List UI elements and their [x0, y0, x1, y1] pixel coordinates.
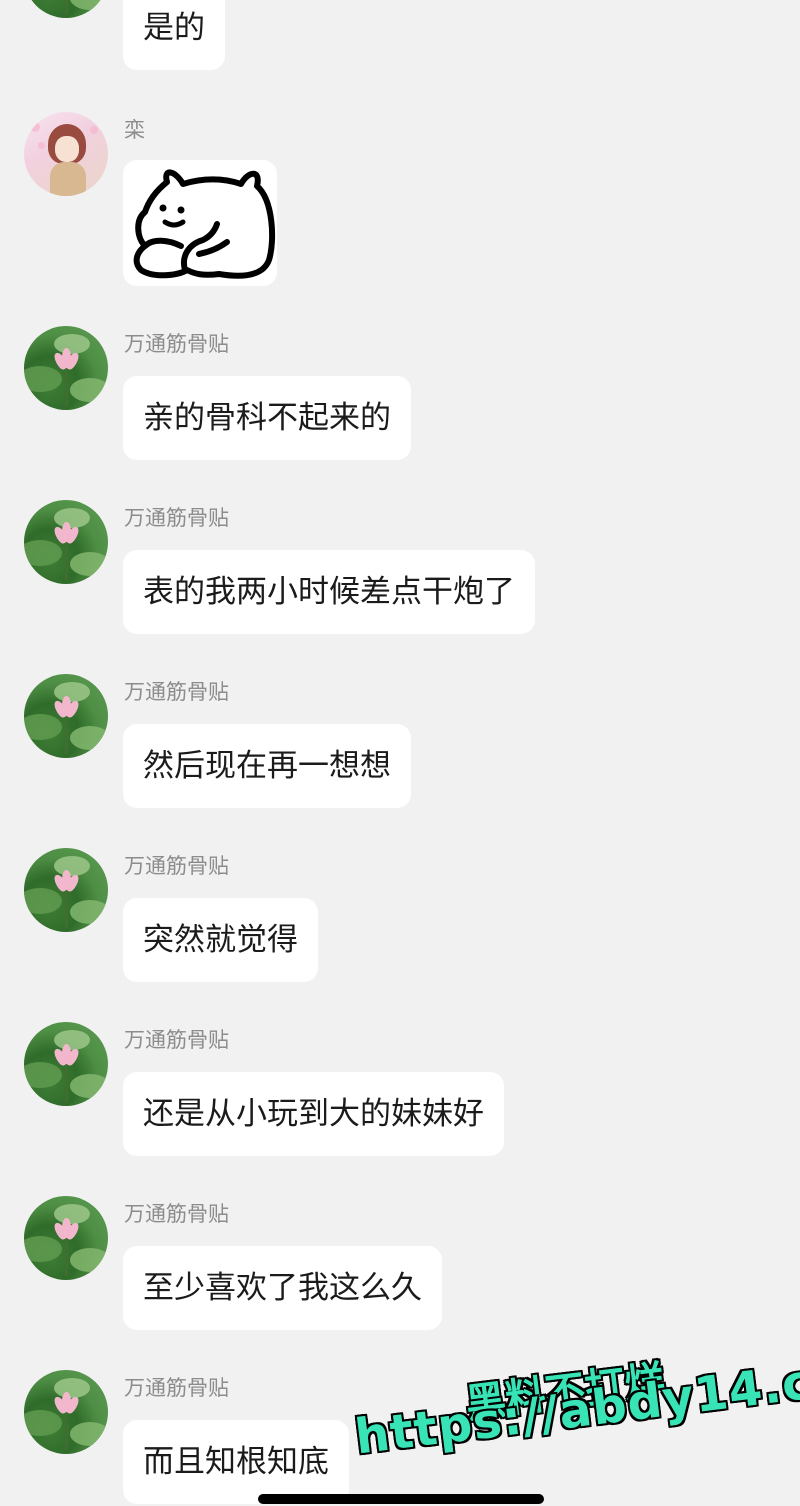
home-indicator[interactable] [258, 1494, 544, 1504]
lotus-avatar[interactable] [24, 848, 108, 932]
cat-doodle-sticker[interactable] [123, 160, 277, 286]
sender-name: 万通筋骨贴 [124, 332, 229, 356]
sender-name: 万通筋骨贴 [124, 1376, 229, 1400]
sender-name: 万通筋骨贴 [124, 854, 229, 878]
lotus-avatar[interactable] [24, 0, 108, 18]
message-bubble[interactable]: 突然就觉得 [123, 898, 318, 982]
sender-name: 栾 [124, 118, 145, 142]
message-bubble[interactable]: 然后现在再一想想 [123, 724, 411, 808]
chat-message-list[interactable]: 是的 栾 万通筋骨贴 亲的骨科不起来的 万通筋骨贴 表的我两小时候差点干炮了 万… [0, 0, 800, 1506]
lotus-avatar[interactable] [24, 1022, 108, 1106]
message-bubble[interactable]: 至少喜欢了我这么久 [123, 1246, 442, 1330]
sender-name: 万通筋骨贴 [124, 1202, 229, 1226]
anime-girl-avatar[interactable] [24, 112, 108, 196]
message-bubble[interactable]: 而且知根知底 [123, 1420, 349, 1504]
lotus-avatar[interactable] [24, 500, 108, 584]
sender-name: 万通筋骨贴 [124, 680, 229, 704]
sender-name: 万通筋骨贴 [124, 506, 229, 530]
lotus-avatar[interactable] [24, 1370, 108, 1454]
sender-name: 万通筋骨贴 [124, 1028, 229, 1052]
lotus-avatar[interactable] [24, 1196, 108, 1280]
lotus-avatar[interactable] [24, 674, 108, 758]
message-bubble[interactable]: 亲的骨科不起来的 [123, 376, 411, 460]
lotus-avatar[interactable] [24, 326, 108, 410]
message-bubble[interactable]: 还是从小玩到大的妹妹好 [123, 1072, 504, 1156]
message-bubble[interactable]: 是的 [123, 0, 225, 70]
message-bubble[interactable]: 表的我两小时候差点干炮了 [123, 550, 535, 634]
